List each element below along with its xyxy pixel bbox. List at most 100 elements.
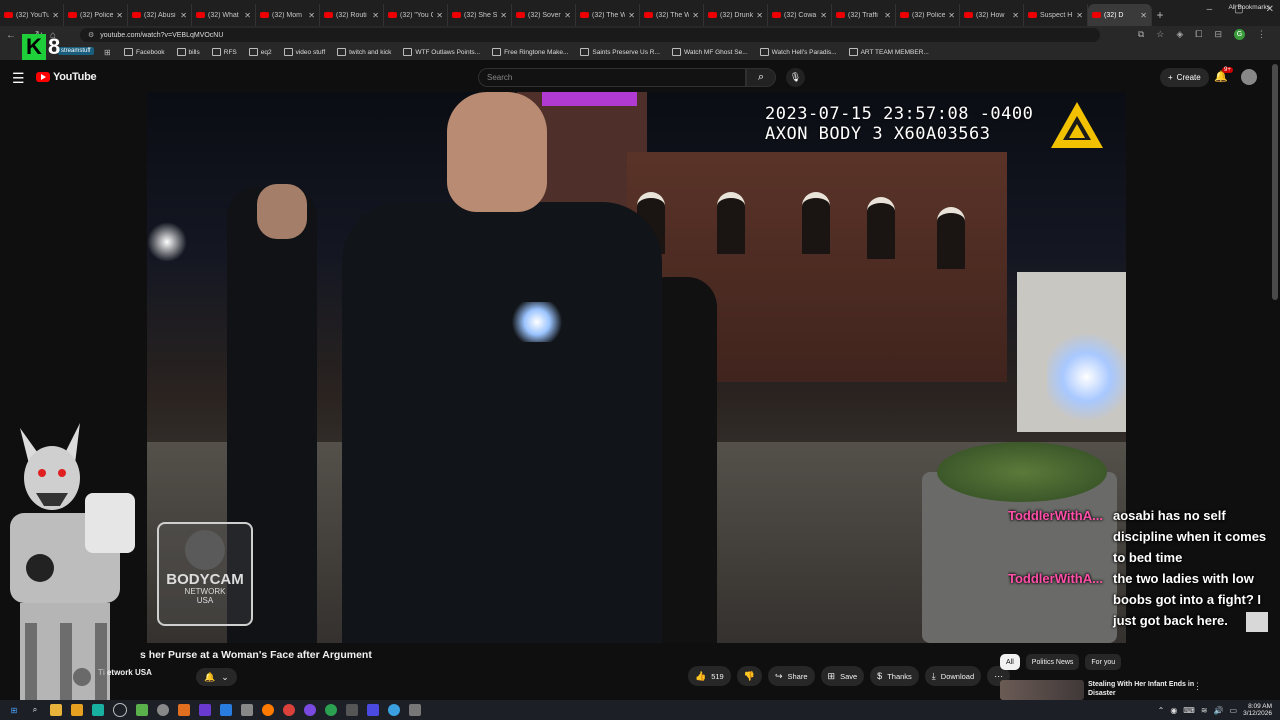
all-bookmarks-button[interactable]: All Bookmarks (1228, 4, 1270, 11)
taskbar-app-icon[interactable] (241, 704, 253, 716)
thanks-button[interactable]: $ Thanks (870, 666, 919, 686)
taskbar-app-icon[interactable] (346, 704, 358, 716)
recommendation-thumbnail[interactable] (1000, 680, 1084, 700)
install-icon[interactable]: ⧉ (1138, 29, 1144, 40)
taskbar-app-icon[interactable] (367, 704, 379, 716)
share-button[interactable]: ↪ Share (767, 666, 815, 686)
close-tab-icon[interactable]: ✕ (180, 11, 187, 20)
taskbar-app-icon[interactable] (92, 704, 104, 716)
wifi-icon[interactable]: ≋ (1201, 706, 1208, 715)
dislike-button[interactable]: 👎 (736, 666, 762, 686)
firefox-icon[interactable] (262, 704, 274, 716)
browser-tab[interactable]: (32) She S ✕ (448, 4, 512, 26)
bookmark-item[interactable]: twitch and kick (337, 48, 391, 56)
extension-icon[interactable]: ◈ (1176, 29, 1183, 40)
bookmark-item[interactable]: bills (176, 48, 200, 56)
tray-overflow-icon[interactable]: ⌃ (1158, 706, 1165, 715)
profile-avatar[interactable]: G (1234, 29, 1245, 40)
site-info-icon[interactable]: ⚙ (88, 31, 94, 39)
tray-app-icon[interactable]: ◉ (1170, 706, 1177, 715)
youtube-logo[interactable]: YouTube (36, 71, 97, 83)
close-tab-icon[interactable]: ✕ (1140, 11, 1147, 20)
browser-tab[interactable]: (32) Sover ✕ (512, 4, 576, 26)
subscription-bell-button[interactable]: 🔔 ⌄ (196, 668, 237, 686)
close-tab-icon[interactable]: ✕ (756, 11, 763, 20)
settings-gear-icon[interactable] (113, 703, 127, 717)
close-tab-icon[interactable]: ✕ (884, 11, 891, 20)
save-button[interactable]: ⊞ Save (820, 666, 865, 686)
like-button[interactable]: 👍 519 (688, 666, 731, 686)
bookmark-item[interactable]: Watch Hell's Paradis... (759, 48, 837, 56)
close-tab-icon[interactable]: ✕ (564, 11, 571, 20)
taskbar-app-icon[interactable] (409, 704, 421, 716)
close-tab-icon[interactable]: ✕ (372, 11, 379, 20)
close-tab-icon[interactable]: ✕ (244, 11, 251, 20)
browser-tab[interactable]: (32) Routi ✕ (320, 4, 384, 26)
address-bar[interactable]: ⚙ youtube.com/watch?v=VEBLqMVOcNU (80, 28, 1100, 42)
recommendation-title[interactable]: Stealing With Her Infant Ends in Disaste… (1088, 680, 1198, 698)
recommendation-more-icon[interactable]: ⋮ (1193, 681, 1202, 692)
browser-tab[interactable]: (32) Police ✕ (64, 4, 128, 26)
new-tab-button[interactable]: + (1152, 4, 1168, 26)
browser-tab[interactable]: (32) Police ✕ (896, 4, 960, 26)
voice-search-button[interactable]: 🎙 (786, 68, 805, 87)
browser-tab[interactable]: (32) Abusi ✕ (128, 4, 192, 26)
browser-tab[interactable]: (32) Drunk ✕ (704, 4, 768, 26)
close-tab-icon[interactable]: ✕ (948, 11, 955, 20)
taskbar-app-icon[interactable] (388, 704, 400, 716)
taskbar-app-icon[interactable] (136, 704, 148, 716)
windows-start-icon[interactable]: ⊞ (8, 704, 20, 716)
browser-tab[interactable]: (32) Mom ✕ (256, 4, 320, 26)
browser-tab[interactable]: (32) "You C ✕ (384, 4, 448, 26)
apps-grid-icon[interactable]: ⊞ (104, 48, 111, 57)
browser-tab[interactable]: (32) The W ✕ (640, 4, 704, 26)
bookmark-item[interactable]: RFS (211, 48, 237, 56)
close-tab-icon[interactable]: ✕ (692, 11, 699, 20)
browser-tab[interactable]: (32) Cowa ✕ (768, 4, 832, 26)
page-scrollbar[interactable] (1272, 64, 1278, 300)
close-tab-icon[interactable]: ✕ (436, 11, 443, 20)
bookmark-item[interactable]: video stuff (283, 48, 325, 56)
taskbar-app-icon[interactable] (220, 704, 232, 716)
close-tab-icon[interactable]: ✕ (1076, 11, 1083, 20)
download-button[interactable]: ⤓ Download (924, 666, 982, 686)
minimize-icon[interactable]: – (1207, 4, 1213, 15)
close-tab-icon[interactable]: ✕ (628, 11, 635, 20)
taskbar-app-icon[interactable] (199, 704, 211, 716)
bookmark-item[interactable]: Free Ringtone Make... (492, 48, 568, 56)
taskbar-app-icon[interactable] (283, 704, 295, 716)
bookmark-item[interactable]: Saints Preserve Us R... (580, 48, 660, 56)
browser-tab[interactable]: (32) The W ✕ (576, 4, 640, 26)
battery-icon[interactable]: ▭ (1230, 706, 1238, 715)
browser-tab[interactable]: (32) YouTu ✕ (0, 4, 64, 26)
filter-chip[interactable]: All (1000, 654, 1020, 670)
close-tab-icon[interactable]: ✕ (308, 11, 315, 20)
channel-avatar[interactable] (73, 668, 91, 686)
close-tab-icon[interactable]: ✕ (1012, 11, 1019, 20)
browser-menu-icon[interactable]: ⋮ (1257, 29, 1266, 40)
bookmark-star-icon[interactable]: ☆ (1156, 29, 1164, 40)
chrome-icon[interactable] (325, 704, 337, 716)
volume-icon[interactable]: 🔊 (1214, 706, 1224, 715)
file-explorer-icon[interactable] (50, 704, 62, 716)
close-tab-icon[interactable]: ✕ (500, 11, 507, 20)
search-button[interactable]: ⌕ (746, 68, 776, 87)
taskbar-app-icon[interactable] (71, 704, 83, 716)
filter-chip[interactable]: Politics News (1025, 654, 1080, 670)
browser-tab[interactable]: (32) What ✕ (192, 4, 256, 26)
account-avatar[interactable] (1241, 69, 1257, 85)
close-tab-icon[interactable]: ✕ (116, 11, 123, 20)
search-input[interactable]: Search (478, 68, 746, 87)
bookmark-item[interactable]: ART TEAM MEMBER... (848, 48, 929, 56)
channel-name[interactable]: Ti etwork USA (98, 668, 157, 677)
hamburger-menu-icon[interactable]: ☰ (12, 70, 25, 87)
back-icon[interactable]: ← (4, 30, 18, 41)
extensions-puzzle-icon[interactable]: ⧠ (1195, 29, 1202, 40)
close-tab-icon[interactable]: ✕ (52, 11, 59, 20)
taskbar-app-icon[interactable] (304, 704, 316, 716)
create-button[interactable]: + Create (1160, 68, 1209, 87)
bookmark-item[interactable]: Facebook (124, 48, 165, 56)
close-tab-icon[interactable]: ✕ (820, 11, 827, 20)
taskbar-search-icon[interactable]: ⌕ (29, 704, 41, 716)
clock[interactable]: 8:09 AM 3/12/2026 (1243, 703, 1272, 717)
